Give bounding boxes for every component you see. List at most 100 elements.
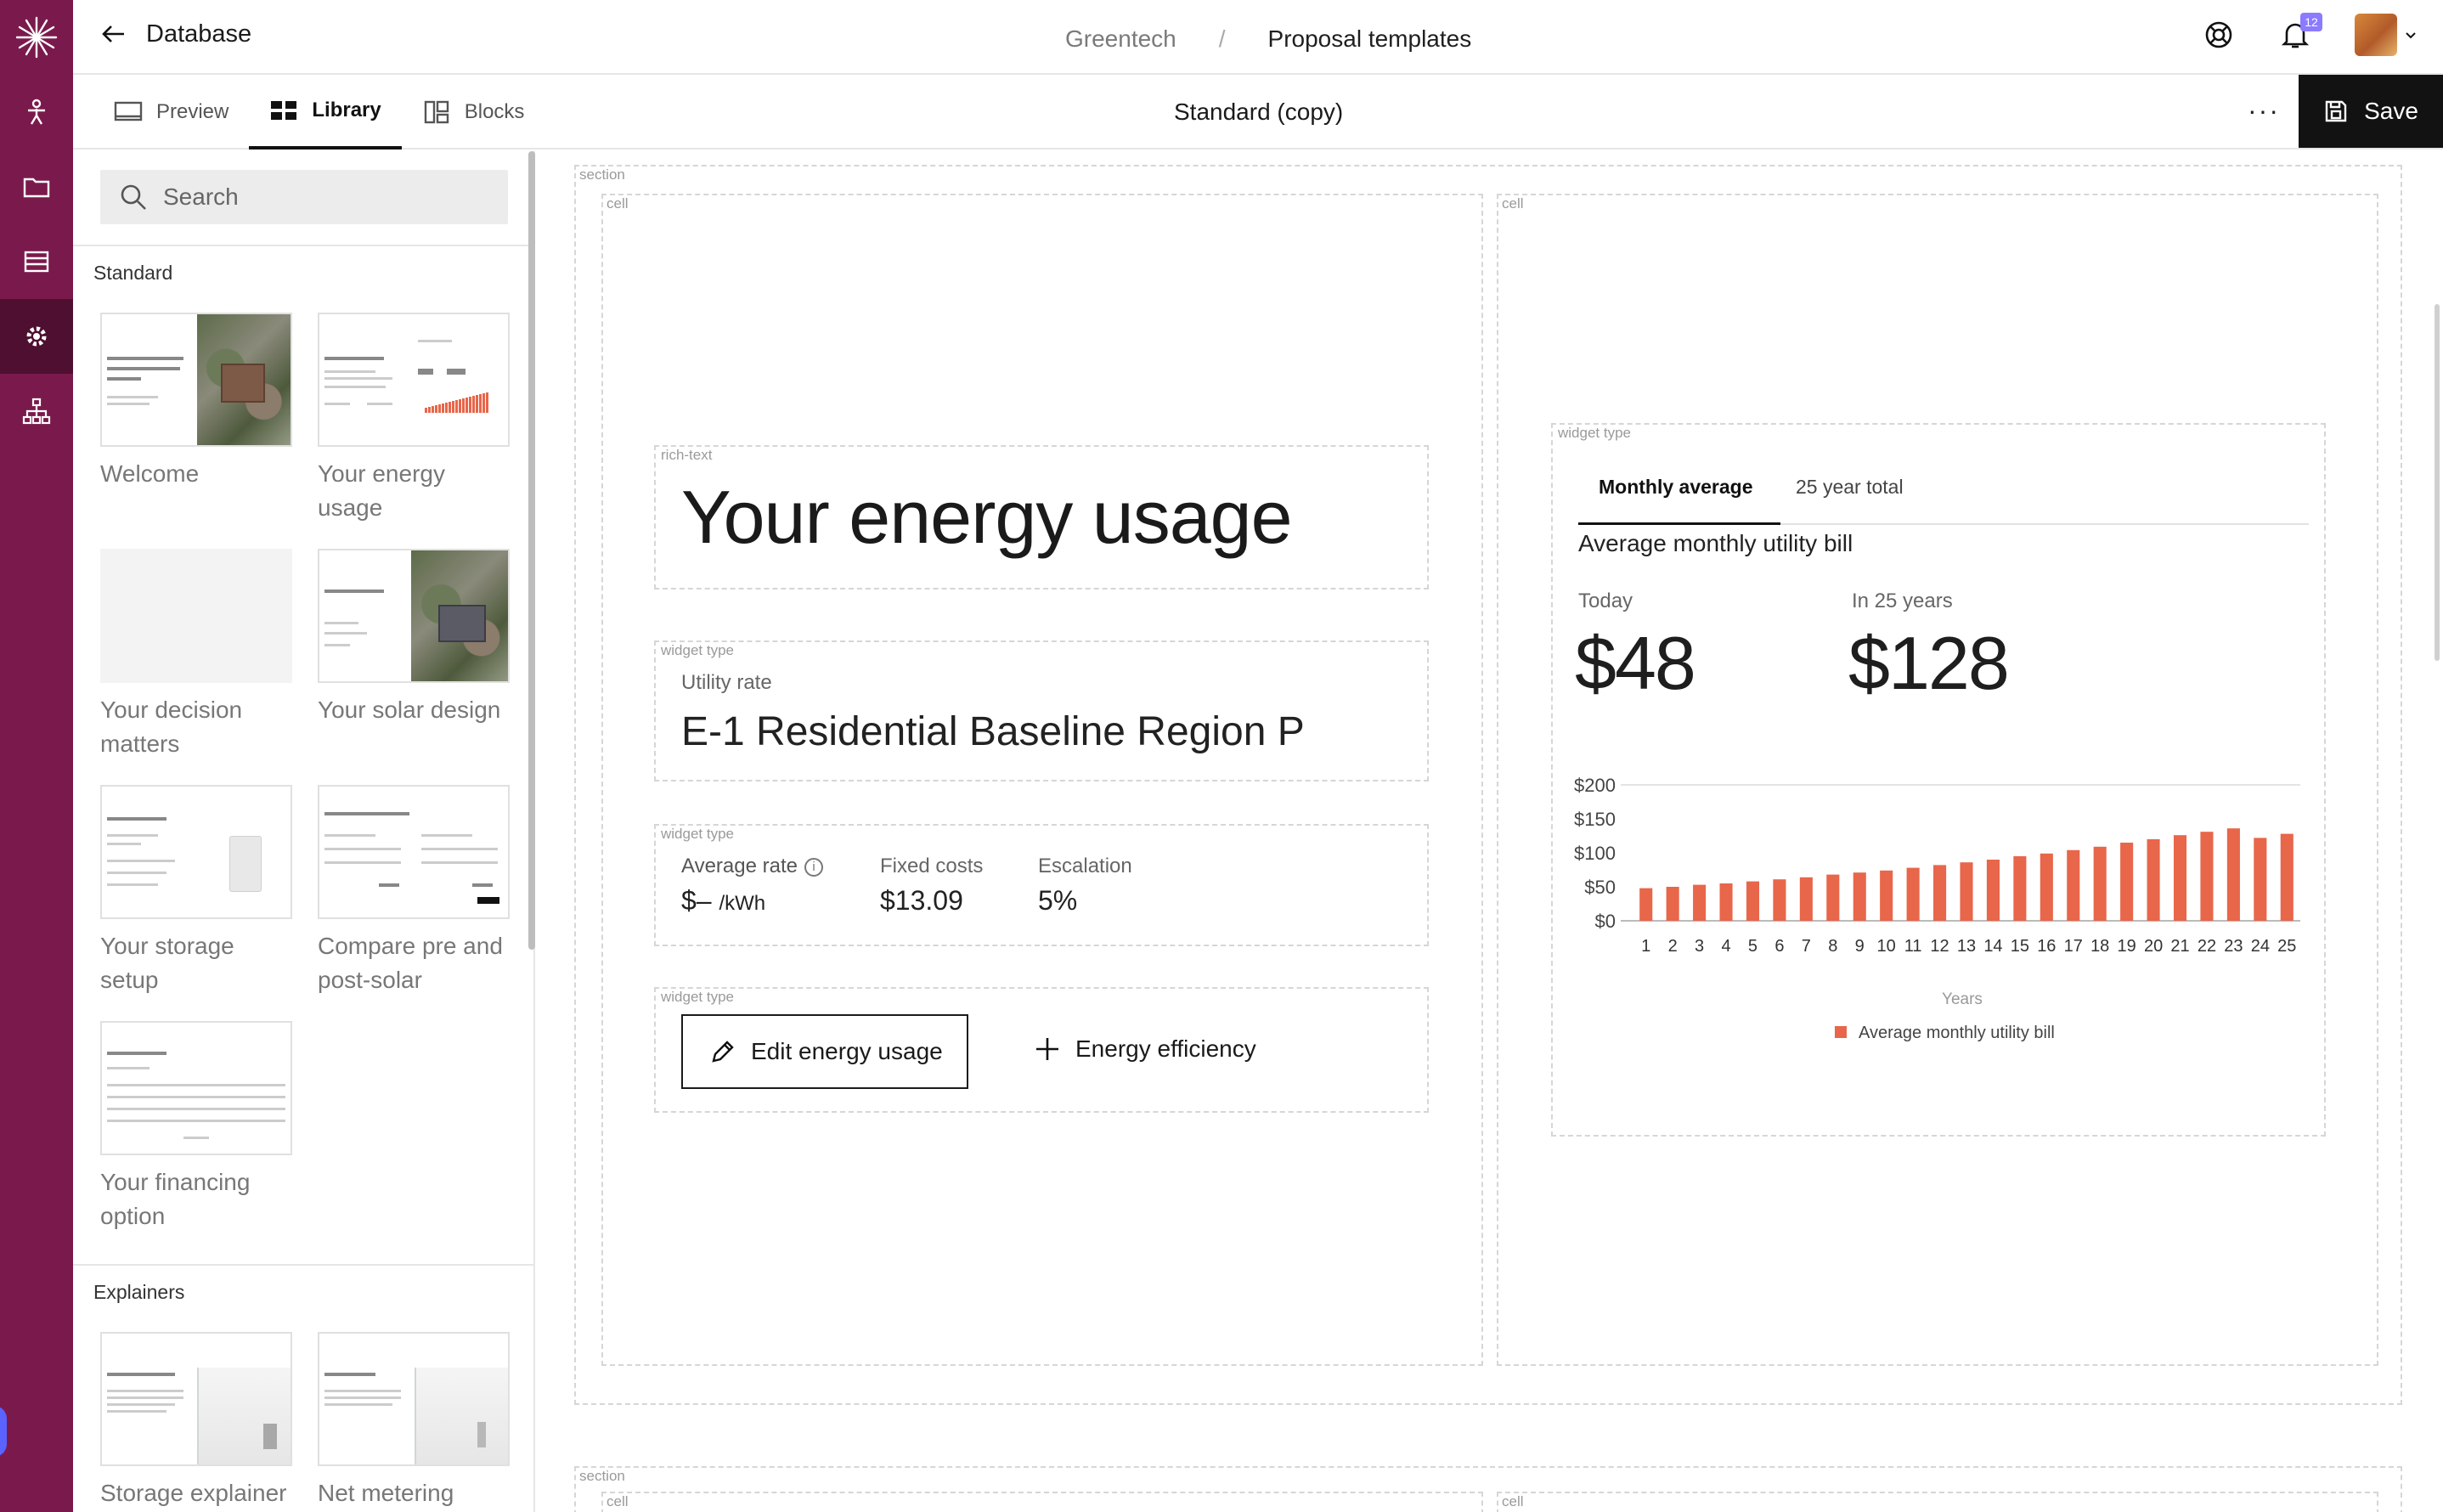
library-scrollbar[interactable] [528, 151, 535, 950]
library-item-label: Your decision matters [100, 697, 243, 757]
cell-frame-left[interactable] [601, 1492, 1483, 1512]
thumbnail [100, 785, 292, 919]
arrow-left-icon [102, 25, 124, 42]
bar [2120, 843, 2134, 921]
library-grid-icon [271, 101, 297, 120]
x-tick-label: 5 [1748, 937, 1757, 956]
bar [2093, 846, 2107, 921]
group-label-explainers: Explainers [93, 1281, 185, 1303]
breadcrumb-item[interactable]: Greentech [1065, 25, 1176, 53]
tab-label: Blocks [464, 100, 525, 123]
thumbnail [318, 313, 510, 447]
nav-settings[interactable] [0, 299, 73, 374]
info-icon[interactable]: i [804, 858, 823, 877]
library-item-compare-pre-post-solar[interactable]: Compare pre and post-solar [318, 785, 510, 997]
page-heading[interactable]: Your energy usage [681, 474, 1293, 561]
library-item-financing-option[interactable]: Your financing option [100, 1021, 292, 1233]
utility-rate-label: Utility rate [681, 671, 772, 694]
save-button[interactable]: Save [2299, 75, 2443, 148]
cell-tag: cell [607, 1493, 629, 1509]
x-tick-label: 24 [2251, 937, 2270, 956]
cell-frame-right[interactable] [1497, 1492, 2378, 1512]
library-item-energy-usage[interactable]: Your energy usage [318, 313, 510, 525]
tab-monthly-average[interactable]: Monthly average [1599, 476, 1753, 499]
library-item-welcome[interactable]: Welcome [100, 313, 292, 491]
sun-logo-icon[interactable] [14, 15, 59, 59]
library-item-net-metering[interactable]: Net metering [318, 1332, 510, 1510]
y-tick-label: $150 [1574, 809, 1616, 830]
x-tick-label: 20 [2144, 937, 2163, 956]
bar [1639, 888, 1653, 921]
future-label: In 25 years [1852, 590, 1953, 612]
x-tick-label: 11 [1904, 937, 1922, 956]
document-title[interactable]: Standard (copy) [1174, 99, 1343, 126]
more-options-button[interactable]: ··· [2248, 95, 2280, 127]
library-item-solar-design[interactable]: Your solar design [318, 549, 510, 727]
cell-tag: cell [1502, 1493, 1524, 1509]
back-link[interactable]: Database [99, 19, 251, 49]
user-menu[interactable] [2355, 14, 2418, 56]
y-tick-label: $0 [1595, 911, 1616, 932]
top-header: Database Greentech / Proposal templates … [73, 0, 2443, 75]
library-item-decision-matters[interactable]: Your decision matters [100, 549, 292, 761]
fixed-costs-label: Fixed costs [880, 855, 984, 877]
thumbnail [318, 1332, 510, 1466]
folder-icon [23, 178, 50, 198]
library-item-label: Your financing option [100, 1169, 251, 1229]
block-type-tag: widget type [661, 826, 734, 842]
legend-swatch [1835, 1026, 1847, 1038]
library-item-label: Storage explainer [100, 1480, 287, 1506]
fixed-costs-value: $13.09 [880, 885, 963, 916]
block-type-tag: rich-text [661, 447, 713, 463]
nav-org[interactable] [0, 374, 73, 449]
tab-preview[interactable]: Preview [93, 75, 249, 150]
library-search-input[interactable]: Search [100, 170, 508, 224]
bar [2040, 853, 2053, 921]
nav-projects[interactable] [0, 150, 73, 224]
panel-tabs: Preview Library Blocks [93, 75, 544, 150]
active-tab-indicator [1578, 522, 1780, 525]
breadcrumb-current: Proposal templates [1267, 25, 1472, 52]
average-rate-value: $– /kWh [681, 885, 766, 916]
bar [2147, 839, 2160, 921]
x-tick-label: 10 [1877, 937, 1896, 956]
button-label: Edit energy usage [751, 1038, 943, 1064]
table-icon [24, 251, 49, 273]
x-tick-label: 18 [2090, 937, 2109, 956]
block-type-tag: widget type [661, 989, 734, 1005]
bar [1826, 874, 1840, 921]
canvas-scrollbar[interactable] [2435, 304, 2440, 661]
x-tick-label: 6 [1774, 937, 1784, 956]
save-disk-icon [2325, 100, 2347, 122]
nav-database[interactable] [0, 224, 73, 299]
org-chart-icon [22, 398, 51, 425]
bill-bar-chart: $0$50$100$150$2001 2 3 4 5 6 7 8 9 10 11 12 13 14 15 16… [1574, 775, 2300, 1042]
x-tick-label: 9 [1855, 937, 1865, 956]
person-icon [28, 99, 45, 125]
x-tick-label: 16 [2037, 937, 2056, 956]
library-item-label: Welcome [100, 460, 200, 487]
library-item-storage-explainer[interactable]: Storage explainer [100, 1332, 292, 1510]
edit-energy-usage-button[interactable]: Edit energy usage [681, 1014, 968, 1089]
future-value: $128 [1848, 621, 2010, 705]
bar [1880, 870, 1893, 921]
avatar [2355, 14, 2397, 56]
today-value: $48 [1575, 621, 1696, 705]
button-label: Energy efficiency [1075, 1035, 1256, 1062]
utility-rate-value: E-1 Residential Baseline Region P [681, 709, 1305, 754]
back-label: Database [146, 20, 252, 48]
tab-library[interactable]: Library [249, 75, 402, 150]
bar [1799, 877, 1813, 921]
library-item-label: Net metering [318, 1480, 454, 1506]
help-launcher[interactable] [0, 1406, 7, 1457]
nav-users[interactable] [0, 75, 73, 150]
tab-25-year-total[interactable]: 25 year total [1796, 476, 1904, 499]
library-item-storage-setup[interactable]: Your storage setup [100, 785, 292, 997]
bar [1986, 860, 2000, 921]
tab-blocks[interactable]: Blocks [402, 75, 545, 150]
notifications-button[interactable]: 12 [2278, 13, 2322, 52]
bar [1693, 884, 1707, 921]
help-lifebuoy-icon[interactable] [2202, 18, 2236, 52]
energy-efficiency-button[interactable]: Energy efficiency [1033, 1035, 1256, 1063]
bar [1773, 879, 1786, 921]
